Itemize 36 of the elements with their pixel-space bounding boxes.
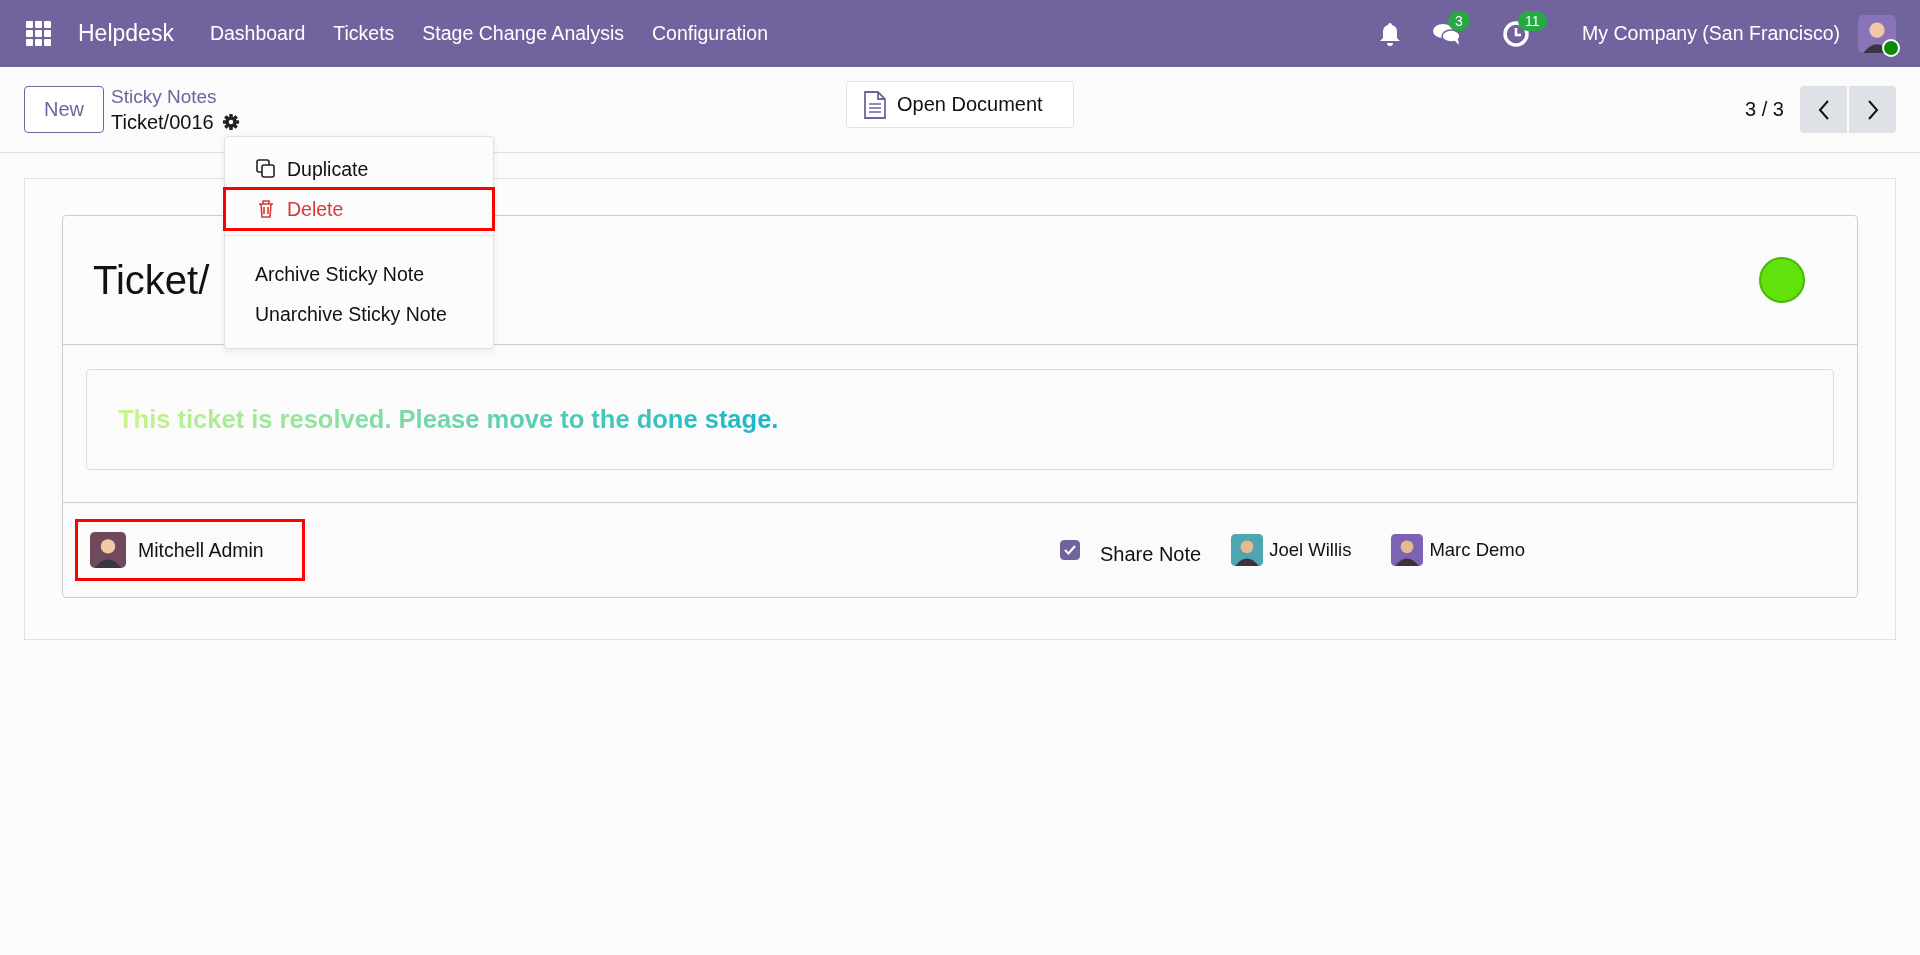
settings-icon[interactable] [221, 112, 240, 131]
app-name[interactable]: Helpdesk [70, 14, 182, 53]
record-name: Ticket/0016 [111, 109, 214, 135]
duplicate-menu-item[interactable]: Duplicate [225, 149, 493, 189]
previous-button[interactable] [1800, 86, 1847, 133]
activity-count-badge: 11 [1518, 10, 1547, 31]
breadcrumb-link[interactable]: Sticky Notes [111, 84, 240, 109]
document-icon [863, 89, 887, 120]
pager-counter: 3 / 3 [1745, 98, 1784, 121]
user-avatar [1858, 14, 1896, 53]
delete-menu-item[interactable]: Delete [225, 189, 493, 229]
owner-name: Mitchell Admin [138, 538, 264, 562]
bell-icon[interactable] [1378, 20, 1403, 47]
nav-menu-item[interactable]: Configuration [638, 16, 782, 51]
next-button[interactable] [1849, 86, 1896, 133]
nav-menu-item[interactable]: Dashboard [195, 16, 320, 51]
apps-grid-icon[interactable] [26, 20, 52, 47]
chevron-left-icon [1816, 98, 1831, 121]
message-count-badge: 3 [1448, 10, 1470, 31]
chevron-right-icon [1865, 98, 1880, 121]
share-checkbox[interactable] [1060, 540, 1080, 560]
copy-icon [255, 158, 277, 180]
company-switcher[interactable]: My Company (San Francisco) [1582, 22, 1840, 45]
nav-menu-item[interactable]: Stage Change Analysis [408, 16, 638, 51]
status-dot[interactable] [1759, 257, 1805, 303]
share-note-label: Share Note [1100, 542, 1202, 566]
checkmark-icon [1064, 545, 1076, 555]
user-avatar [90, 532, 126, 568]
nav-menu-item[interactable]: Tickets [319, 16, 409, 51]
open-document-button[interactable]: Open Document [846, 81, 1074, 128]
menu-item[interactable]: Unarchive Sticky Note [225, 294, 493, 334]
menu-item[interactable]: Archive Sticky Note [225, 254, 493, 294]
note-title: Ticket/ [93, 257, 210, 303]
follower-name: Marc Demo [1429, 539, 1525, 561]
new-button[interactable]: New [24, 86, 104, 133]
follower-name: Joel Willis [1269, 539, 1352, 561]
